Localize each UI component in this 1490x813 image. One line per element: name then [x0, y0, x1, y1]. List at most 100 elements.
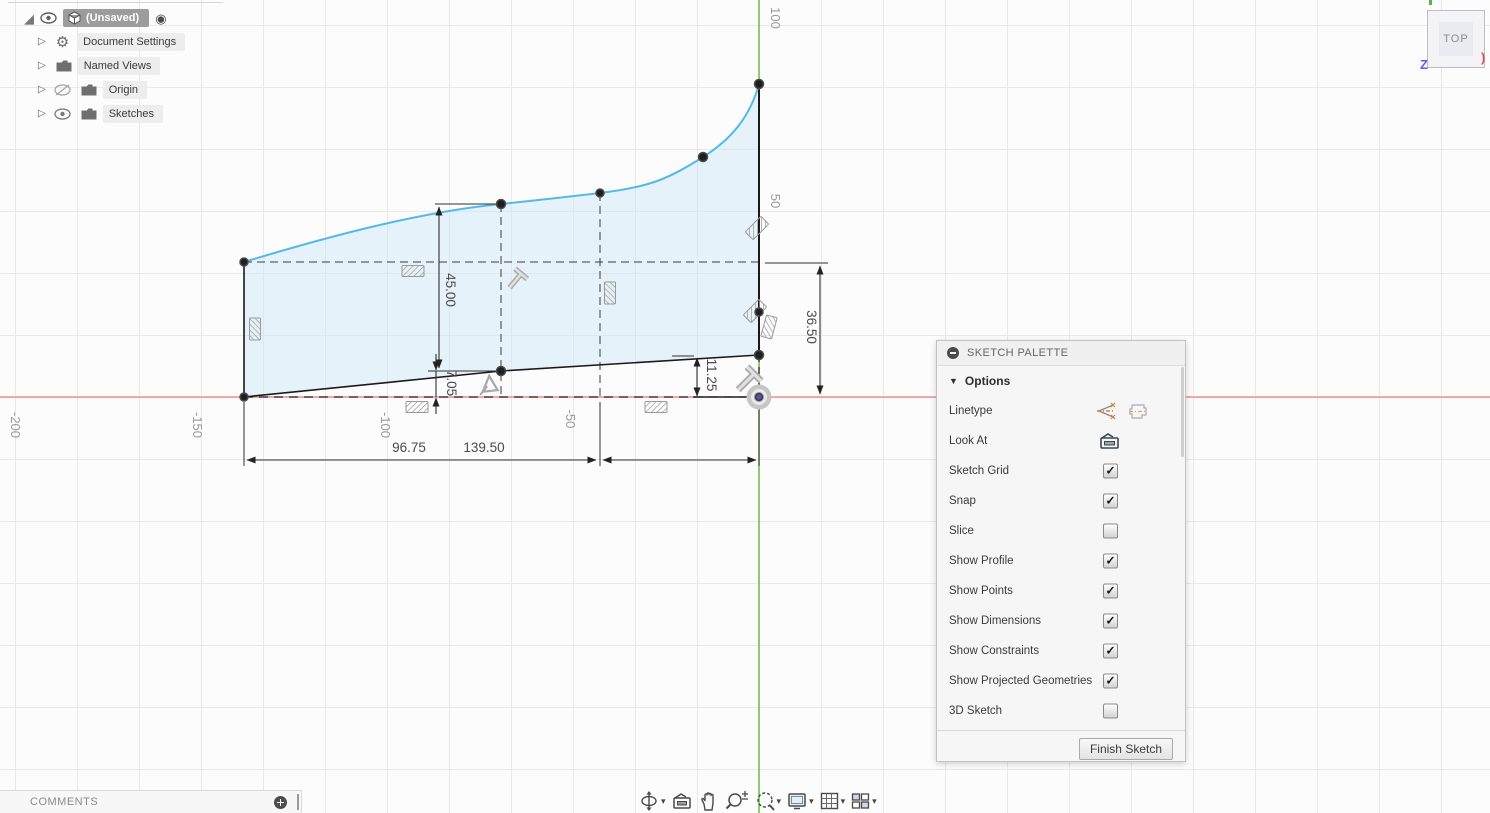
- finish-sketch-button[interactable]: Finish Sketch: [1078, 738, 1173, 760]
- browser-item-named-views[interactable]: ▷ Named Views: [38, 56, 161, 76]
- dim-7[interactable]: 7.05: [444, 370, 459, 396]
- zoom-button[interactable]: [725, 790, 749, 812]
- options-section-header[interactable]: ▼ Options: [937, 366, 1185, 396]
- sketch-point[interactable]: [239, 257, 249, 267]
- svg-text:50: 50: [768, 194, 783, 208]
- dropdown-arrow-icon[interactable]: ▾: [809, 796, 814, 807]
- viewports-button[interactable]: ▾: [850, 791, 877, 811]
- 3d-sketch-checkbox[interactable]: [1103, 703, 1118, 719]
- browser-item-sketches[interactable]: ▷ Sketches: [38, 104, 163, 124]
- orbit-icon: [641, 791, 657, 811]
- browser-item-label[interactable]: Document Settings: [77, 33, 186, 51]
- comments-label: COMMENTS: [30, 796, 99, 808]
- sketch-point[interactable]: [595, 188, 605, 198]
- sketch-grid-checkbox[interactable]: [1103, 463, 1118, 479]
- svg-text:-100: -100: [378, 412, 393, 438]
- row-label: Show Profile: [949, 555, 1014, 567]
- browser-item-label[interactable]: Origin: [102, 81, 148, 99]
- sketch-point[interactable]: [753, 349, 765, 361]
- sketch-viewport: 45.00 7.05 11.25 36.50 96.75 139.50 -200…: [0, 0, 1490, 813]
- expand-arrow-icon[interactable]: ▷: [38, 109, 46, 119]
- parallel-constraint-icon[interactable]: [760, 314, 778, 340]
- grid-settings-button[interactable]: ▾: [819, 791, 846, 811]
- browser-item-document-settings[interactable]: ▷ ⚙ Document Settings: [38, 32, 186, 52]
- show-constraints-checkbox[interactable]: [1103, 643, 1118, 659]
- show-dimensions-checkbox[interactable]: [1103, 613, 1118, 629]
- pan-button[interactable]: [698, 790, 720, 812]
- look-at-button[interactable]: [671, 791, 693, 811]
- folder-icon: [81, 84, 97, 96]
- visibility-eye-icon[interactable]: [40, 12, 57, 24]
- sketch-point[interactable]: [754, 307, 764, 317]
- viewcube-x-axis-glyph: ): [1481, 50, 1486, 65]
- symmetry-constraint-icon[interactable]: [478, 373, 500, 396]
- expand-arrow-icon[interactable]: ▷: [38, 37, 46, 47]
- collapse-minus-icon[interactable]: [947, 347, 959, 359]
- folder-icon: [56, 60, 72, 72]
- visibility-eye-icon[interactable]: [54, 108, 71, 120]
- palette-title: SKETCH PALETTE: [967, 347, 1069, 359]
- look-at-icon[interactable]: [1099, 432, 1120, 450]
- horizontal-constraint-icon[interactable]: [401, 265, 425, 277]
- sketch-point[interactable]: [697, 151, 709, 163]
- viewcube[interactable]: TOP: [1427, 10, 1485, 68]
- show-points-checkbox[interactable]: [1103, 583, 1118, 599]
- comments-scrollbar-thumb[interactable]: [297, 794, 299, 810]
- expand-arrow-icon[interactable]: ▷: [38, 85, 46, 95]
- vertical-constraint-icon[interactable]: [249, 317, 261, 341]
- snap-checkbox[interactable]: [1103, 493, 1118, 509]
- dim-96[interactable]: 96.75: [392, 440, 426, 455]
- component-cube-icon: [68, 11, 81, 25]
- browser-item-label[interactable]: Named Views: [77, 57, 161, 75]
- dropdown-arrow-icon[interactable]: ▾: [777, 796, 782, 807]
- dim-36[interactable]: 36.50: [804, 310, 819, 344]
- browser-collapse-icon[interactable]: ◢: [24, 12, 34, 25]
- comments-bar[interactable]: COMMENTS: [0, 790, 302, 813]
- horizontal-constraint-icon[interactable]: [644, 401, 668, 413]
- sketch-point[interactable]: [753, 78, 765, 90]
- sketch-point[interactable]: [495, 198, 507, 210]
- sketch-point[interactable]: [239, 392, 249, 402]
- viewcube-y-axis-stub: [1429, 0, 1432, 5]
- horizontal-constraint-icon[interactable]: [405, 401, 429, 413]
- visibility-off-eye-icon[interactable]: [54, 84, 71, 96]
- zoom-icon: [725, 791, 748, 810]
- browser-item-origin[interactable]: ▷ Origin: [38, 80, 148, 100]
- viewcube-face-label[interactable]: TOP: [1443, 33, 1468, 45]
- vertical-constraint-icon[interactable]: [604, 281, 616, 305]
- row-label: Linetype: [949, 405, 993, 417]
- browser-root-row[interactable]: ◢ (Unsaved) ◉: [24, 8, 167, 28]
- slice-checkbox[interactable]: [1103, 523, 1118, 539]
- add-comment-icon[interactable]: [274, 795, 287, 809]
- palette-row-snap: Snap: [937, 486, 1185, 516]
- dim-11[interactable]: 11.25: [704, 359, 719, 392]
- dropdown-arrow-icon[interactable]: ▾: [872, 796, 877, 807]
- document-root-item[interactable]: (Unsaved): [63, 9, 150, 27]
- svg-text:-50: -50: [563, 410, 578, 429]
- dim-139[interactable]: 139.50: [463, 440, 504, 455]
- sketch-point[interactable]: [495, 365, 507, 377]
- dim-45[interactable]: 45.00: [443, 273, 458, 307]
- look-at-icon: [672, 793, 691, 809]
- show-projected-geometries-checkbox[interactable]: [1103, 673, 1118, 689]
- palette-row-show-profile: Show Profile: [937, 546, 1185, 576]
- dropdown-arrow-icon[interactable]: ▾: [841, 796, 846, 807]
- row-label: Show Projected Geometries: [949, 675, 1093, 687]
- palette-header[interactable]: SKETCH PALETTE: [937, 341, 1185, 366]
- palette-row-3d-sketch: 3D Sketch: [937, 696, 1185, 726]
- activate-radio-icon[interactable]: ◉: [155, 12, 166, 25]
- origin-point[interactable]: [746, 384, 772, 410]
- viewcube-z-axis-label: Z: [1420, 57, 1428, 72]
- show-profile-checkbox[interactable]: [1103, 553, 1118, 569]
- row-label: Show Constraints: [949, 645, 1040, 657]
- row-label: 3D Sketch: [949, 705, 1003, 717]
- zoom-window-button[interactable]: ▾: [754, 790, 782, 812]
- expand-arrow-icon[interactable]: ▷: [38, 61, 46, 71]
- dropdown-arrow-icon[interactable]: ▾: [661, 796, 666, 807]
- spline-linetype-icon[interactable]: [1095, 402, 1117, 420]
- orbit-button[interactable]: ▾: [638, 790, 666, 812]
- display-settings-button[interactable]: ▾: [786, 791, 814, 811]
- construction-linetype-icon[interactable]: [1127, 402, 1149, 420]
- display-settings-icon: [788, 793, 806, 810]
- browser-item-label[interactable]: Sketches: [102, 105, 163, 123]
